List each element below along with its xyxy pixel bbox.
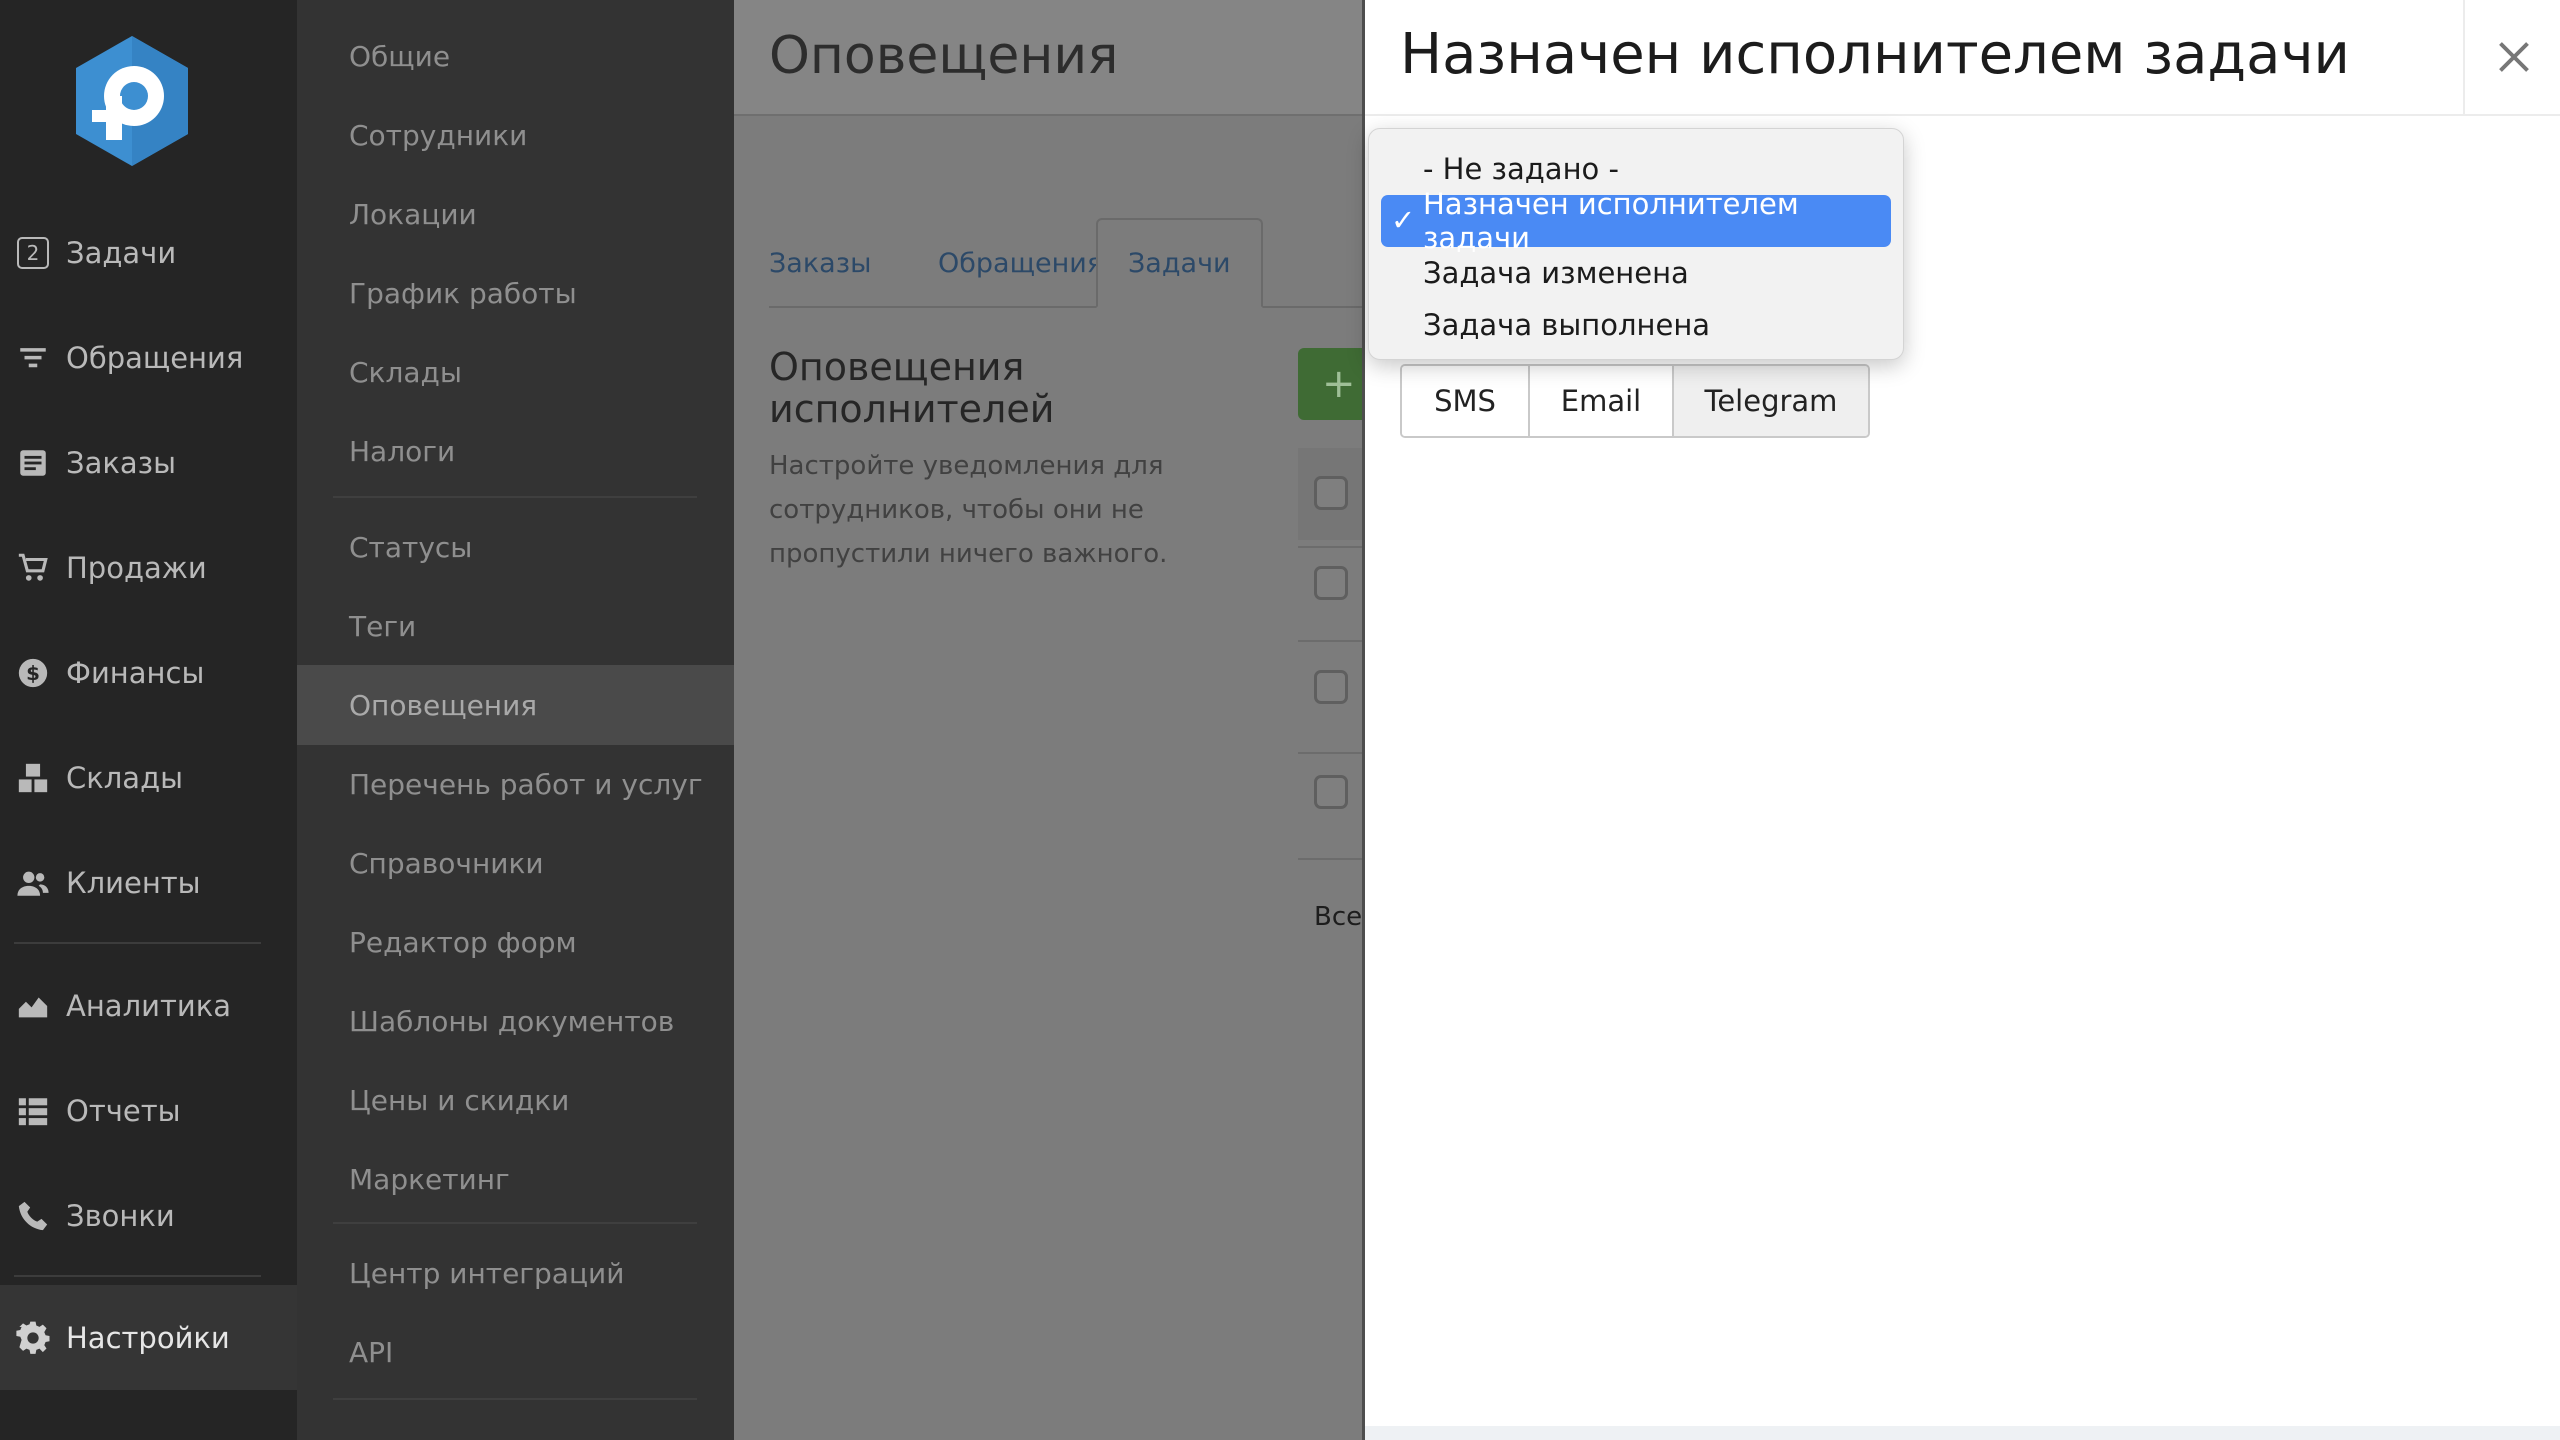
submenu-item-dictionaries[interactable]: Справочники: [297, 823, 734, 903]
dropdown-option-task-completed[interactable]: Задача выполнена: [1381, 299, 1891, 351]
submenu-item-tags[interactable]: Теги: [297, 586, 734, 666]
submenu-divider: [333, 496, 697, 498]
submenu-item-notifications[interactable]: Оповещения: [297, 665, 734, 745]
nav-item-settings[interactable]: Настройки: [0, 1285, 297, 1390]
event-type-dropdown: - Не задано - ✓ Назначен исполнителем за…: [1368, 128, 1904, 360]
row-divider: [1298, 752, 1364, 754]
nav-item-orders[interactable]: Заказы: [0, 410, 297, 515]
row-checkbox[interactable]: [1314, 775, 1348, 809]
nav-item-label: Клиенты: [66, 865, 201, 900]
table-icon: [0, 1094, 66, 1128]
users-icon: [0, 866, 66, 900]
row-checkbox[interactable]: [1314, 566, 1348, 600]
submenu-item-schedule[interactable]: График работы: [297, 253, 734, 333]
nav-item-reports[interactable]: Отчеты: [0, 1058, 297, 1163]
submenu-divider: [333, 1398, 697, 1400]
settings-submenu: Общие Сотрудники Локации График работы С…: [297, 0, 734, 1440]
nav-item-finance[interactable]: $ Финансы: [0, 620, 297, 725]
main-content: Оповещения Заказы Обращения Задачи Опове…: [734, 0, 1364, 1440]
add-notification-button[interactable]: +: [1298, 348, 1364, 420]
submenu-item-integrations[interactable]: Центр интеграций: [297, 1233, 734, 1313]
nav-item-requests[interactable]: Обращения: [0, 305, 297, 410]
select-all-checkbox[interactable]: [1314, 476, 1348, 510]
svg-text:$: $: [26, 662, 40, 685]
nav-item-label: Отчеты: [66, 1093, 181, 1128]
nav-divider: [14, 1275, 261, 1277]
page-header: Оповещения: [734, 0, 1364, 116]
row-checkbox[interactable]: [1314, 670, 1348, 704]
close-panel-button[interactable]: [2463, 0, 2560, 114]
tab-requests[interactable]: Обращения: [938, 218, 1103, 308]
submenu-divider: [333, 1222, 697, 1224]
submenu-item-warehouses[interactable]: Склады: [297, 332, 734, 412]
close-icon: [2499, 42, 2529, 72]
dropdown-option-task-changed[interactable]: Задача изменена: [1381, 247, 1891, 299]
channel-sms-button[interactable]: SMS: [1402, 366, 1530, 436]
notification-tabs: Заказы Обращения Задачи: [769, 218, 1364, 308]
channel-email-button[interactable]: Email: [1530, 366, 1674, 436]
page-title: Оповещения: [769, 26, 1119, 86]
submenu-item-marketing[interactable]: Маркетинг: [297, 1139, 734, 1219]
app-logo[interactable]: [72, 34, 192, 168]
nav-item-clients[interactable]: Клиенты: [0, 830, 297, 935]
submenu-item-locations[interactable]: Локации: [297, 174, 734, 254]
submenu-item-api[interactable]: API: [297, 1312, 734, 1392]
submenu-item-services-list[interactable]: Перечень работ и услуг: [297, 744, 734, 824]
main-sidebar: 2 Задачи Обращения Заказы Продажи $ Фина…: [0, 0, 297, 1440]
panel-footer-strip: [1365, 1426, 2560, 1440]
area-chart-icon: [0, 989, 66, 1023]
nav-item-label: Продажи: [66, 550, 207, 585]
row-divider: [1298, 640, 1364, 642]
submenu-item-form-editor[interactable]: Редактор форм: [297, 902, 734, 982]
row-divider: [1298, 858, 1364, 860]
tab-orders[interactable]: Заказы: [769, 218, 919, 308]
nav-item-label: Настройки: [66, 1320, 230, 1355]
orders-icon: [0, 446, 66, 480]
gear-icon: [0, 1321, 66, 1355]
panel-header: Назначен исполнителем задачи: [1365, 0, 2560, 116]
nav-item-label: Задачи: [66, 235, 177, 270]
pagination-all-label[interactable]: Все: [1314, 902, 1362, 932]
nav-item-sales[interactable]: Продажи: [0, 515, 297, 620]
submenu-item-prices[interactable]: Цены и скидки: [297, 1060, 734, 1140]
nav-item-warehouses[interactable]: Склады: [0, 725, 297, 830]
row-divider: [1298, 546, 1364, 548]
nav-item-tasks[interactable]: 2 Задачи: [0, 200, 297, 305]
panel-title: Назначен исполнителем задачи: [1400, 22, 2350, 87]
phone-icon: [0, 1199, 66, 1233]
checkmark-icon: ✓: [1391, 203, 1416, 237]
submenu-item-taxes[interactable]: Налоги: [297, 411, 734, 491]
nav-item-label: Склады: [66, 760, 184, 795]
channel-telegram-button[interactable]: Telegram: [1674, 366, 1868, 436]
filter-icon: [0, 341, 66, 375]
cart-icon: [0, 551, 66, 585]
channel-button-group: SMS Email Telegram: [1400, 364, 1870, 438]
nav-divider: [14, 942, 261, 944]
nav-item-label: Заказы: [66, 445, 176, 480]
nav-item-calls[interactable]: Звонки: [0, 1163, 297, 1268]
submenu-item-general[interactable]: Общие: [297, 16, 734, 96]
nav-item-analytics[interactable]: Аналитика: [0, 953, 297, 1058]
section-description: Настройте уведомления для сотрудников, ч…: [769, 451, 1168, 569]
nav-item-label: Финансы: [66, 655, 205, 690]
dollar-icon: $: [0, 656, 66, 690]
dropdown-option-assigned[interactable]: ✓ Назначен исполнителем задачи: [1381, 187, 1891, 255]
section-title: Оповещения исполнителей: [769, 345, 1055, 431]
tab-tasks[interactable]: Задачи: [1096, 218, 1263, 308]
nav-item-label: Аналитика: [66, 988, 231, 1023]
boxes-icon: [0, 761, 66, 795]
submenu-item-statuses[interactable]: Статусы: [297, 507, 734, 587]
submenu-item-doc-templates[interactable]: Шаблоны документов: [297, 981, 734, 1061]
nav-item-label: Обращения: [66, 340, 244, 375]
submenu-item-employees[interactable]: Сотрудники: [297, 95, 734, 175]
tasks-icon: 2: [0, 236, 66, 269]
nav-item-label: Звонки: [66, 1198, 175, 1233]
